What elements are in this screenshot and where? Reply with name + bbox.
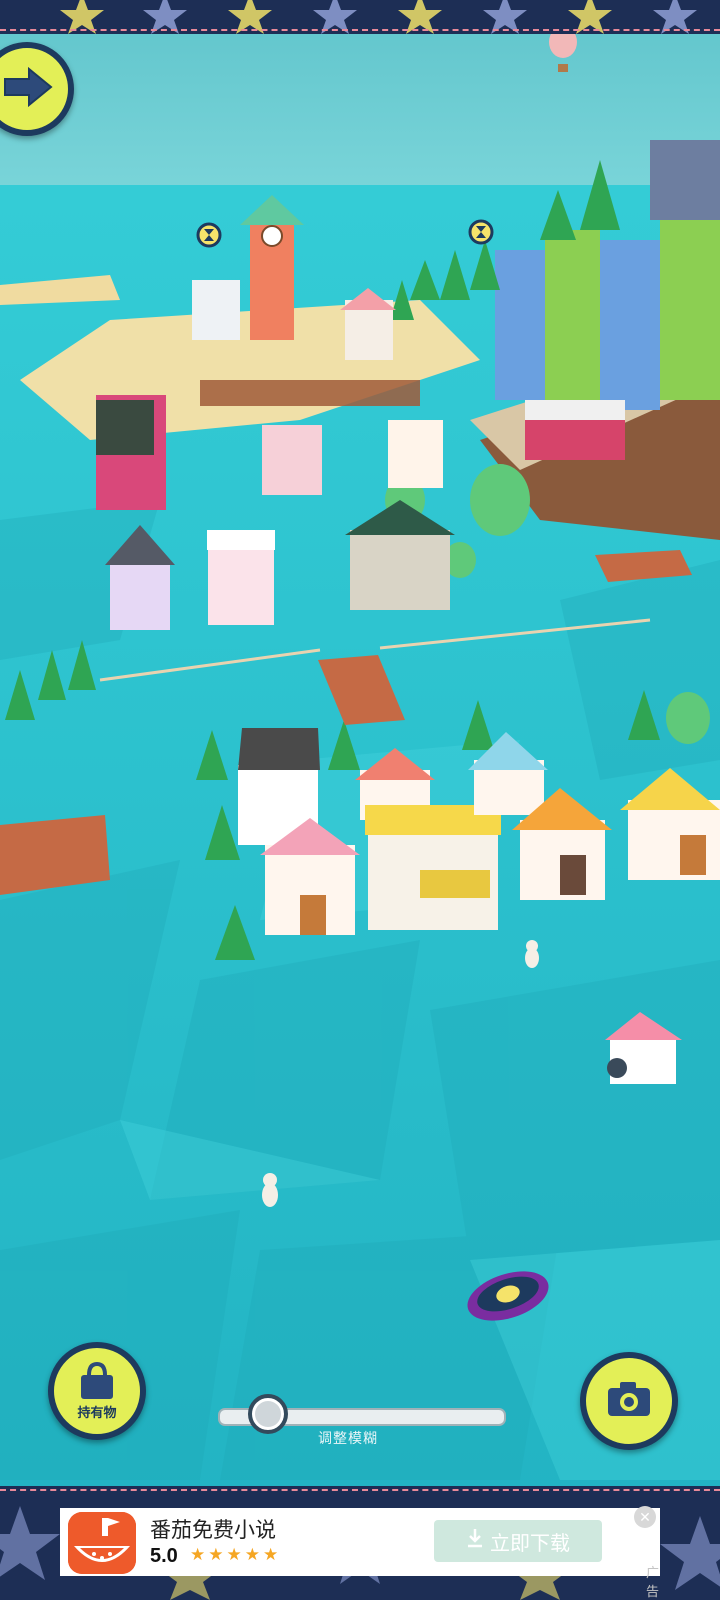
bunny-character [262, 1173, 278, 1207]
download-label: 立即下载 [490, 1532, 570, 1555]
star-border-top [0, 0, 720, 34]
camera-icon [606, 1380, 652, 1423]
hourglass-marker [468, 219, 494, 245]
bakery [388, 420, 443, 488]
waterfront-fence [200, 380, 420, 406]
bunny-character [525, 940, 539, 968]
white-house [192, 280, 240, 340]
ad-app-name: 番茄免费小说 [150, 1519, 276, 1542]
ad-stars: ★★★★★ [190, 1545, 282, 1564]
inventory-button[interactable]: 持有物 [48, 1342, 146, 1440]
bag-icon [75, 1361, 119, 1406]
ad-rating: 5.0 [150, 1545, 178, 1567]
blur-slider-label: 调整模糊 [318, 1430, 378, 1446]
hourglass-marker [196, 222, 222, 248]
candy-shop [262, 425, 322, 495]
app-icon [68, 1512, 136, 1574]
yellow-shop [365, 805, 501, 930]
arrow-right-icon [0, 66, 55, 112]
ad-tag: 广告 [646, 1565, 660, 1599]
ad-banner[interactable]: 番茄免费小说 5.0 ★★★★★ 立即下载 ✕ 广告 [60, 1506, 660, 1599]
download-button[interactable]: 立即下载 [434, 1520, 602, 1562]
blur-slider-handle[interactable] [248, 1394, 288, 1434]
download-icon [466, 1528, 484, 1554]
inventory-label: 持有物 [77, 1405, 117, 1420]
camera-button[interactable] [580, 1352, 678, 1450]
close-icon[interactable]: ✕ [634, 1506, 656, 1528]
